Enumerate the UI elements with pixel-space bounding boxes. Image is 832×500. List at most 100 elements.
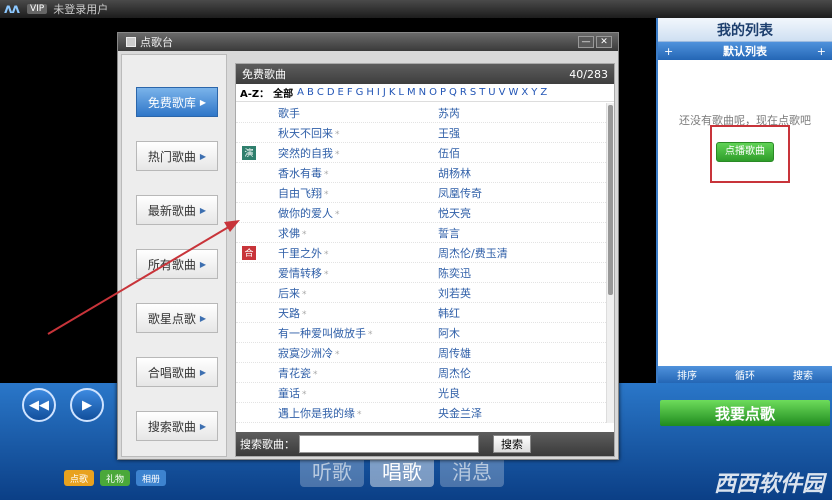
az-letter-u[interactable]: U [488, 87, 495, 98]
scrollbar[interactable] [606, 103, 614, 423]
az-letter-l[interactable]: L [398, 87, 404, 98]
song-row[interactable]: 演突然的自我 * 伍佰 [236, 143, 606, 163]
mini-gift-button[interactable]: 礼物 [100, 470, 130, 486]
song-artist[interactable]: 刘若英 [438, 285, 471, 301]
az-letter-b[interactable]: B [307, 87, 314, 98]
az-letter-o[interactable]: O [429, 87, 437, 98]
sidebar-item-singer[interactable]: 歌星点歌 ▶ [136, 303, 218, 333]
sidebar-item-all[interactable]: 所有歌曲 ▶ [136, 249, 218, 279]
song-artist[interactable]: 凤凰传奇 [438, 185, 482, 201]
song-title[interactable]: 后来 * [278, 285, 438, 301]
song-artist[interactable]: 胡杨林 [438, 165, 471, 181]
song-row[interactable]: 后来 * 刘若英 [236, 283, 606, 303]
song-row[interactable]: 寂寞沙洲冷 * 周传雄 [236, 343, 606, 363]
az-letter-e[interactable]: E [338, 87, 344, 98]
song-artist[interactable]: 周传雄 [438, 345, 471, 361]
song-search-button[interactable]: 搜索 [493, 435, 531, 453]
az-letter-p[interactable]: P [440, 87, 446, 98]
song-artist[interactable]: 光良 [438, 385, 460, 401]
sidebar-item-hot[interactable]: 热门歌曲 ▶ [136, 141, 218, 171]
song-search-input[interactable] [299, 435, 479, 453]
default-list-label[interactable]: 默认列表 [673, 43, 817, 59]
song-artist[interactable]: 悦天亮 [438, 205, 471, 221]
az-letter-g[interactable]: G [356, 87, 364, 98]
song-row[interactable]: 歌手 苏芮 [236, 103, 606, 123]
song-artist[interactable]: 苏芮 [438, 105, 460, 121]
az-letter-z[interactable]: Z [540, 87, 547, 98]
song-row[interactable]: 有一种爱叫做放手 * 阿木 [236, 323, 606, 343]
user-status[interactable]: 未登录用户 [53, 1, 108, 17]
mini-album-button[interactable]: 相册 [136, 470, 166, 486]
song-artist[interactable]: 誓言 [438, 225, 460, 241]
song-title[interactable]: 爱情转移 * [278, 265, 438, 281]
az-all[interactable]: 全部 [273, 85, 293, 100]
loop-button[interactable]: 循环 [735, 367, 755, 382]
song-title[interactable]: 有一种爱叫做放手 * [278, 325, 438, 341]
song-row[interactable]: 童话 * 光良 [236, 383, 606, 403]
song-title[interactable]: 遇上你是我的缘 * [278, 405, 438, 421]
song-artist[interactable]: 周杰伦/费玉清 [438, 245, 508, 261]
song-row[interactable]: 自由飞翔 * 凤凰传奇 [236, 183, 606, 203]
song-artist[interactable]: 央金兰泽 [438, 405, 482, 421]
az-letter-t[interactable]: T [479, 87, 485, 98]
sort-button[interactable]: 排序 [677, 367, 697, 382]
song-title[interactable]: 求佛 * [278, 225, 438, 241]
sidebar-item-free[interactable]: 免费歌库 ▶ [136, 87, 218, 117]
mini-order-button[interactable]: 点歌 [64, 470, 94, 486]
song-title[interactable]: 做你的爱人 * [278, 205, 438, 221]
az-letter-r[interactable]: R [460, 87, 467, 98]
song-title[interactable]: 寂寞沙洲冷 * [278, 345, 438, 361]
az-letter-x[interactable]: X [521, 87, 528, 98]
song-row[interactable]: 秋天不回来 * 王强 [236, 123, 606, 143]
vip-badge[interactable]: VIP [26, 4, 48, 14]
scrollbar-thumb[interactable] [608, 105, 613, 295]
az-letter-v[interactable]: V [499, 87, 506, 98]
song-artist[interactable]: 陈奕迅 [438, 265, 471, 281]
az-letter-c[interactable]: C [317, 87, 324, 98]
az-letter-a[interactable]: A [297, 87, 304, 98]
az-letter-m[interactable]: M [407, 87, 416, 98]
sidebar-item-new[interactable]: 最新歌曲 ▶ [136, 195, 218, 225]
add-list-icon[interactable]: + [664, 45, 673, 58]
az-letter-f[interactable]: F [347, 87, 353, 98]
song-title[interactable]: 突然的自我 * [278, 145, 438, 161]
prev-button[interactable]: ◀◀ [22, 388, 56, 422]
sidebar-item-duet[interactable]: 合唱歌曲 ▶ [136, 357, 218, 387]
song-title[interactable]: 秋天不回来 * [278, 125, 438, 141]
az-letter-s[interactable]: S [470, 87, 476, 98]
minimize-icon[interactable]: — [578, 36, 594, 48]
az-letter-h[interactable]: H [366, 87, 374, 98]
song-row[interactable]: 合千里之外 * 周杰伦/费玉清 [236, 243, 606, 263]
song-row[interactable]: 求佛 * 誓言 [236, 223, 606, 243]
song-row[interactable]: 青花瓷 * 周杰伦 [236, 363, 606, 383]
song-title[interactable]: 香水有毒 * [278, 165, 438, 181]
want-order-button[interactable]: 我要点歌 [660, 400, 830, 426]
song-artist[interactable]: 伍佰 [438, 145, 460, 161]
song-artist[interactable]: 周杰伦 [438, 365, 471, 381]
song-row[interactable]: 香水有毒 * 胡杨林 [236, 163, 606, 183]
song-artist[interactable]: 韩红 [438, 305, 460, 321]
song-row[interactable]: 爱情转移 * 陈奕迅 [236, 263, 606, 283]
close-icon[interactable]: ✕ [596, 36, 612, 48]
song-row[interactable]: 天路 * 韩红 [236, 303, 606, 323]
song-title[interactable]: 童话 * [278, 385, 438, 401]
song-title[interactable]: 天路 * [278, 305, 438, 321]
az-letter-d[interactable]: D [327, 87, 335, 98]
song-artist[interactable]: 王强 [438, 125, 460, 141]
play-button[interactable]: ▶ [70, 388, 104, 422]
song-row[interactable]: 遇上你是我的缘 * 央金兰泽 [236, 403, 606, 423]
az-letter-y[interactable]: Y [531, 87, 537, 98]
song-title[interactable]: 千里之外 * [278, 245, 438, 261]
az-letter-n[interactable]: N [419, 87, 426, 98]
song-title[interactable]: 歌手 [278, 105, 438, 121]
az-letter-k[interactable]: K [389, 87, 396, 98]
add-song-icon[interactable]: + [817, 45, 826, 58]
song-artist[interactable]: 阿木 [438, 325, 460, 341]
sidebar-item-search[interactable]: 搜索歌曲 ▶ [136, 411, 218, 441]
az-letter-w[interactable]: W [508, 87, 518, 98]
song-title[interactable]: 青花瓷 * [278, 365, 438, 381]
az-letter-q[interactable]: Q [449, 87, 457, 98]
song-row[interactable]: 做你的爱人 * 悦天亮 [236, 203, 606, 223]
az-letter-i[interactable]: I [377, 87, 380, 98]
song-title[interactable]: 自由飞翔 * [278, 185, 438, 201]
